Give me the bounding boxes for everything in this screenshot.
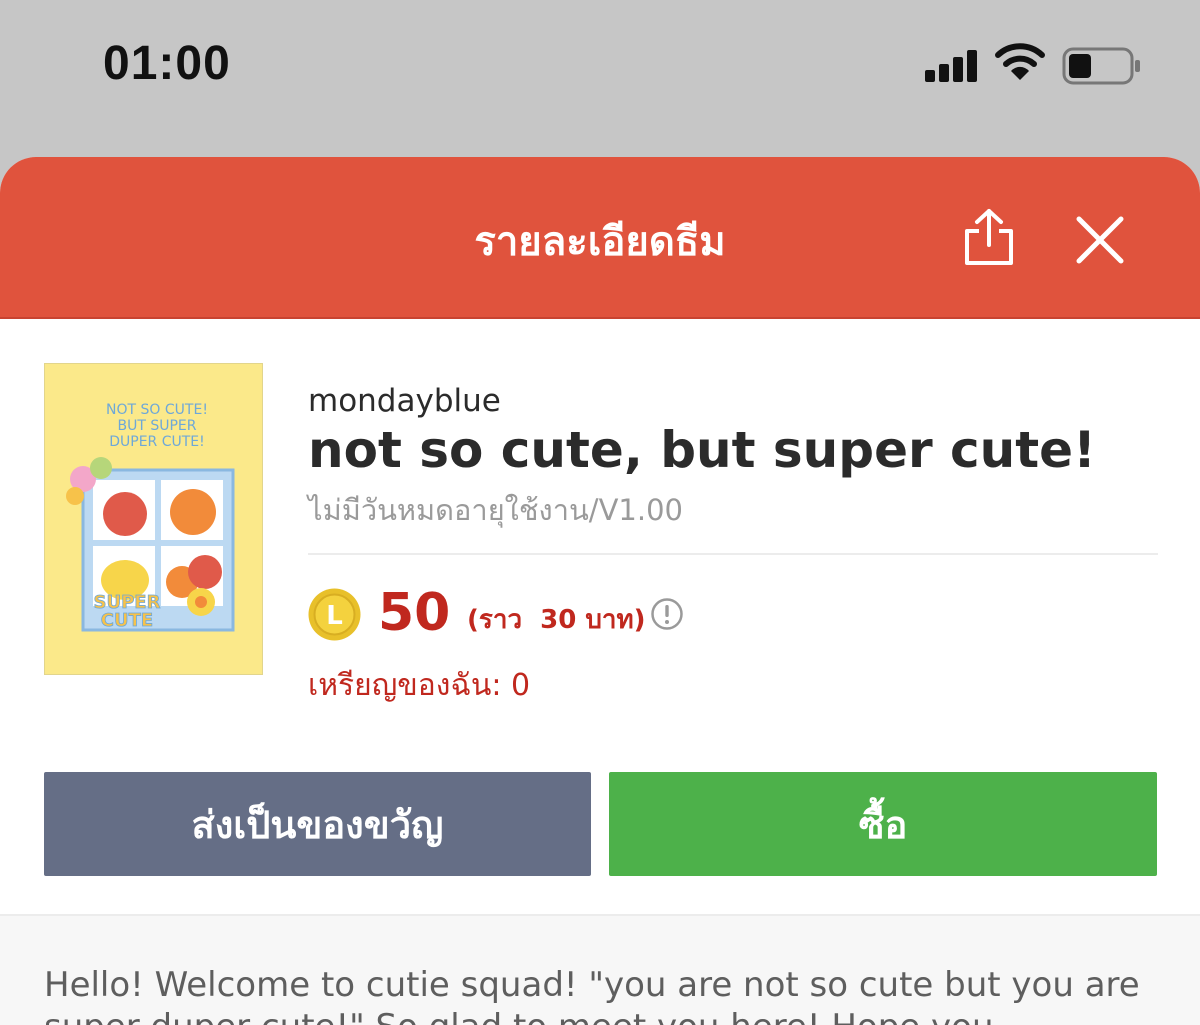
status-bar: 01:00 bbox=[0, 0, 1200, 157]
theme-author[interactable]: mondayblue bbox=[308, 383, 501, 419]
theme-detail-sheet: รายละเอียดธีม NOT SO CUTE! BUT SUPER DUP… bbox=[0, 157, 1200, 1025]
buy-button[interactable]: ซื้อ bbox=[609, 772, 1157, 876]
thumbnail-text-3: DUPER CUTE! bbox=[109, 434, 205, 450]
theme-thumbnail[interactable]: NOT SO CUTE! BUT SUPER DUPER CUTE! SUPER… bbox=[44, 363, 263, 675]
info-icon[interactable] bbox=[650, 597, 684, 631]
my-coins-balance: เหรียญของฉัน: 0 bbox=[308, 668, 531, 703]
description-section: Hello! Welcome to cutie squad! "you are … bbox=[0, 916, 1200, 1025]
close-icon[interactable] bbox=[1073, 213, 1127, 267]
price-approx: (ราว 30 บาท) bbox=[467, 605, 646, 635]
send-as-gift-button[interactable]: ส่งเป็นของขวัญ bbox=[44, 772, 591, 876]
line-coin-icon: L bbox=[308, 588, 361, 641]
status-time: 01:00 bbox=[103, 37, 231, 90]
thumbnail-text-2: BUT SUPER bbox=[117, 418, 196, 434]
coin-symbol: L bbox=[326, 601, 343, 631]
battery-icon bbox=[1062, 47, 1140, 85]
sheet-header: รายละเอียดธีม bbox=[0, 157, 1200, 319]
share-icon[interactable] bbox=[960, 207, 1018, 267]
theme-name: not so cute, but super cute! bbox=[308, 421, 1096, 479]
price-value: 50 bbox=[378, 583, 451, 643]
thumbnail-text-5: CUTE bbox=[101, 610, 153, 631]
theme-thumbnail-art: NOT SO CUTE! BUT SUPER DUPER CUTE! SUPER… bbox=[45, 364, 262, 674]
cellular-signal-icon bbox=[925, 50, 979, 82]
theme-description: Hello! Welcome to cutie squad! "you are … bbox=[44, 965, 1140, 1025]
thumbnail-text-1: NOT SO CUTE! bbox=[106, 402, 208, 418]
wifi-icon bbox=[995, 43, 1045, 80]
divider bbox=[308, 553, 1158, 555]
theme-validity: ไม่มีวันหมดอายุใช้งาน/V1.00 bbox=[308, 493, 683, 527]
page-title: รายละเอียดธีม bbox=[474, 219, 726, 265]
